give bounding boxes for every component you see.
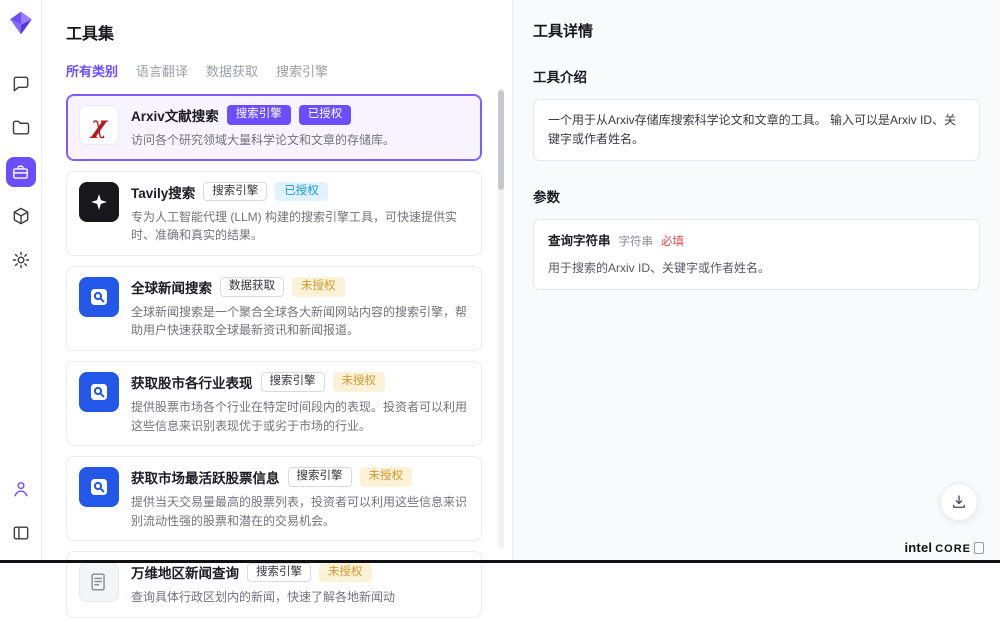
tool-description: 提供股票市场各个行业在特定时间段内的表现。投资者可以利用这些信息来识别表现优于或… <box>131 398 469 435</box>
tool-list-panel: 工具集 所有类别 语言翻译 数据获取 搜索引擎 χ Arxiv文献搜索 搜索引擎… <box>42 0 512 563</box>
category-badge: 搜索引擎 <box>203 182 267 202</box>
auth-badge: 未授权 <box>319 563 372 583</box>
tool-title: 万维地区新闻查询 <box>131 562 239 582</box>
download-button[interactable] <box>940 483 978 521</box>
param-box: 查询字符串 字符串 必填 用于搜索的Arxiv ID、关键字或作者姓名。 <box>533 219 980 290</box>
scrollbar-thumb[interactable] <box>498 90 504 190</box>
tool-card-list: χ Arxiv文献搜索 搜索引擎 已授权 访问各个研究领域大量科学论文和文章的存… <box>66 94 482 618</box>
tool-description: 专为人工智能代理 (LLM) 构建的搜索引擎工具，可快速提供实时、准确和真实的结… <box>131 208 469 245</box>
tab-data-fetch[interactable]: 数据获取 <box>206 61 258 80</box>
cube-icon[interactable] <box>6 201 36 231</box>
category-badge: 搜索引擎 <box>288 467 352 487</box>
tab-language-translation[interactable]: 语言翻译 <box>136 61 188 80</box>
intel-chip-badge <box>974 542 984 554</box>
category-badge: 搜索引擎 <box>247 563 311 583</box>
tool-title: 全球新闻搜索 <box>131 277 212 297</box>
regional-news-icon <box>79 562 119 602</box>
auth-badge: 未授权 <box>292 277 345 297</box>
category-tabs: 所有类别 语言翻译 数据获取 搜索引擎 <box>66 61 482 80</box>
category-badge: 搜索引擎 <box>227 105 291 125</box>
auth-badge: 未授权 <box>333 372 386 392</box>
page-title: 工具集 <box>66 20 482 44</box>
list-scrollbar[interactable] <box>498 88 504 549</box>
sidebar-rail <box>0 0 42 563</box>
active-stocks-icon <box>79 467 119 507</box>
tool-card-tavily[interactable]: Tavily搜索 搜索引擎 已授权 专为人工智能代理 (LLM) 构建的搜索引擎… <box>66 171 482 256</box>
panel-toggle-icon[interactable] <box>6 518 36 548</box>
intro-section-label: 工具介绍 <box>533 66 980 86</box>
category-badge: 搜索引擎 <box>261 372 325 392</box>
param-required-flag: 必填 <box>661 233 684 251</box>
app-logo-icon <box>8 10 34 36</box>
download-icon <box>950 493 968 511</box>
core-wordmark: CORE <box>935 543 971 555</box>
auth-badge: 未授权 <box>360 467 413 487</box>
arxiv-icon: χ <box>79 105 119 145</box>
param-name: 查询字符串 <box>548 231 611 251</box>
tool-title: Tavily搜索 <box>131 182 195 202</box>
briefcase-icon[interactable] <box>6 157 36 187</box>
tab-all-categories[interactable]: 所有类别 <box>66 61 118 80</box>
gear-icon[interactable] <box>6 245 36 275</box>
detail-title: 工具详情 <box>533 20 980 41</box>
intel-core-logo: intel CORE <box>904 540 984 555</box>
auth-badge: 已授权 <box>275 182 328 202</box>
tool-card-active-stocks[interactable]: 获取市场最活跃股票信息 搜索引擎 未授权 提供当天交易量最高的股票列表，投资者可… <box>66 456 482 541</box>
tool-description: 提供当天交易量最高的股票列表，投资者可以利用这些信息来识别流动性强的股票和潜在的… <box>131 493 469 530</box>
auth-badge: 已授权 <box>299 105 352 125</box>
tool-title: 获取市场最活跃股票信息 <box>131 467 280 487</box>
folder-icon[interactable] <box>6 113 36 143</box>
app-window: 工具集 所有类别 语言翻译 数据获取 搜索引擎 χ Arxiv文献搜索 搜索引擎… <box>0 0 1000 563</box>
tool-card-arxiv[interactable]: χ Arxiv文献搜索 搜索引擎 已授权 访问各个研究领域大量科学论文和文章的存… <box>66 94 482 161</box>
tool-description: 访问各个研究领域大量科学论文和文章的存储库。 <box>131 131 469 150</box>
tool-card-stock-sectors[interactable]: 获取股市各行业表现 搜索引擎 未授权 提供股票市场各个行业在特定时间段内的表现。… <box>66 361 482 446</box>
tool-title: 获取股市各行业表现 <box>131 372 253 392</box>
chat-icon[interactable] <box>6 69 36 99</box>
tool-description: 全球新闻搜索是一个聚合全球各大新闻网站内容的搜索引擎，帮助用户快速获取全球最新资… <box>131 303 469 340</box>
param-type: 字符串 <box>619 233 654 251</box>
tavily-icon <box>79 182 119 222</box>
user-icon[interactable] <box>6 474 36 504</box>
tool-detail-panel: 工具详情 工具介绍 一个用于从Arxiv存储库搜索科学论文和文章的工具。 输入可… <box>512 0 1000 563</box>
param-description: 用于搜索的Arxiv ID、关键字或作者姓名。 <box>548 259 965 278</box>
tool-intro-box: 一个用于从Arxiv存储库搜索科学论文和文章的工具。 输入可以是Arxiv ID… <box>533 99 980 161</box>
tool-description: 查询具体行政区划内的新闻，快速了解各地新闻动 <box>131 588 469 607</box>
intel-wordmark: intel <box>904 540 932 555</box>
tool-title: Arxiv文献搜索 <box>131 105 219 125</box>
global-news-icon <box>79 277 119 317</box>
stock-sector-icon <box>79 372 119 412</box>
params-section-label: 参数 <box>533 186 980 206</box>
category-badge: 数据获取 <box>220 277 284 297</box>
tab-search-engine[interactable]: 搜索引擎 <box>276 61 328 80</box>
tool-card-global-news[interactable]: 全球新闻搜索 数据获取 未授权 全球新闻搜索是一个聚合全球各大新闻网站内容的搜索… <box>66 266 482 351</box>
